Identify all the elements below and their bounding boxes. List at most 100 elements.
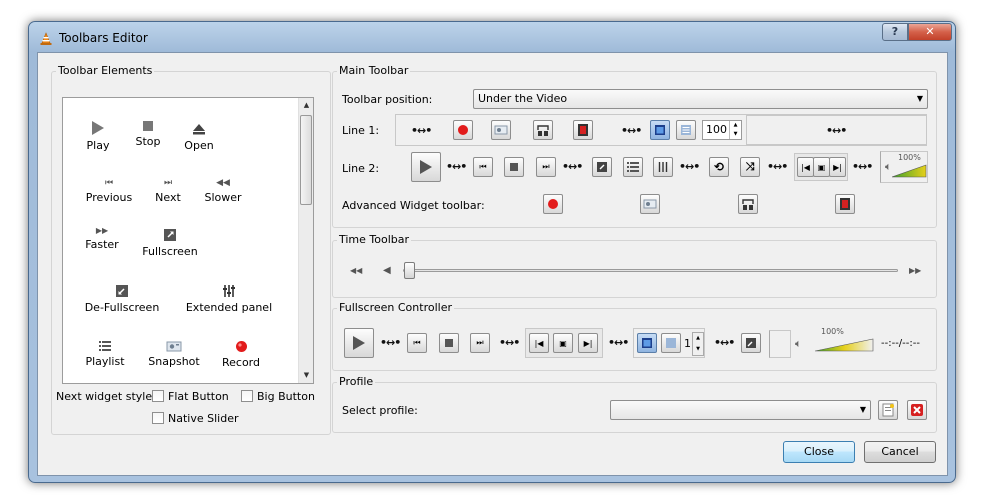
element-faster[interactable]: ▶▶ Faster [75,226,129,251]
flat-button-checkbox[interactable] [152,390,164,402]
fs-view-group[interactable]: 1 ▲ ▼ [633,328,705,358]
fs-playlist-toggle[interactable] [661,333,681,353]
line1-spinbox[interactable]: 100 ▲ ▼ [702,120,742,140]
spin-arrows-icon[interactable]: ▲ ▼ [692,332,704,356]
fs-volume-percent: 100% [821,327,844,336]
help-button[interactable]: ? [882,23,908,41]
faster-icon[interactable]: ▶▶ [909,266,921,275]
element-extended-panel[interactable]: Extended panel [177,284,281,314]
fs-frame-back-button[interactable]: |◀ [529,333,549,353]
toolbar-elements-list[interactable]: Play Stop Open ⏮ Previous ⏭ Next ◀◀ Slow… [62,97,314,384]
frame-by-frame-button[interactable] [573,120,593,140]
delete-profile-button[interactable] [907,400,927,420]
speaker-icon[interactable]: 🔈︎ [795,337,802,351]
seek-slider-handle[interactable] [404,262,415,279]
line1-toolbar[interactable]: •↔• •↔• 100 ▲ ▼ •↔• [395,114,927,146]
slower-icon[interactable]: ◀◀ [350,266,362,275]
volume-percent: 100% [898,153,921,162]
toolbar-position-select[interactable]: Under the Video ▼ [473,89,928,109]
close-button[interactable]: Close [783,441,855,463]
frame-mid-button[interactable]: ▣ [813,157,830,177]
fs-frame-controls[interactable]: |◀ ▣ ▶| [525,328,603,358]
element-defullscreen[interactable]: De-Fullscreen [77,284,167,314]
new-profile-button[interactable] [878,400,898,420]
random-button[interactable]: ⤨ [740,157,760,177]
elements-scrollbar[interactable]: ▲ ▼ [298,98,313,383]
element-slower[interactable]: ◀◀ Slower [195,178,251,204]
main-toolbar-title: Main Toolbar [337,64,411,77]
adv-record-button[interactable] [543,194,563,214]
rewind-icon[interactable]: ◀ [383,265,391,276]
ab-loop-button[interactable] [533,120,553,140]
loop-button[interactable]: ⟲ [709,157,729,177]
play-icon [353,336,365,350]
fs-stop-button[interactable] [439,333,459,353]
element-record[interactable]: Record [213,340,269,369]
frame-controls-group[interactable]: |◀ ▣ ▶| [794,153,848,181]
list-view-icon [666,338,676,348]
video-fullscreen-toggle[interactable] [650,120,670,140]
element-fullscreen[interactable]: Fullscreen [135,228,205,258]
fullscreen-button[interactable] [592,157,612,177]
cancel-button[interactable]: Cancel [864,441,936,463]
element-next[interactable]: ⏭ Next [145,178,191,204]
profile-select[interactable]: ▼ [610,400,871,420]
element-previous[interactable]: ⏮ Previous [77,178,141,204]
spacer-icon: •↔• [679,160,700,173]
frame-forward-button[interactable]: ▶| [829,157,846,177]
element-stop[interactable]: Stop [123,120,173,148]
playlist-icon [627,162,639,172]
seek-slider-track[interactable] [403,269,898,272]
frame-back-button[interactable]: |◀ [797,157,814,177]
fs-play-button[interactable] [344,328,374,358]
scroll-down-arrow-icon[interactable]: ▼ [299,368,314,383]
frame-icon: ▣ [817,162,826,172]
fs-next-button[interactable]: ⏭ [470,333,490,353]
fs-frame-mid-button[interactable]: ▣ [553,333,573,353]
play-icon [92,121,104,135]
record-icon [458,125,468,135]
fs-volume-slider[interactable]: 100% [815,327,875,355]
eject-icon [193,124,205,135]
adv-frame-button[interactable] [835,194,855,214]
native-slider-checkbox[interactable] [152,412,164,424]
speaker-icon[interactable]: 🔈︎ [885,160,892,174]
next-button[interactable]: ⏭ [536,157,556,177]
big-button-checkbox[interactable] [241,390,253,402]
element-play[interactable]: Play [71,120,125,152]
volume-slider[interactable]: 100% [892,153,928,181]
fs-previous-button[interactable]: ⏮ [407,333,427,353]
previous-icon: ⏮ [413,338,421,347]
previous-button[interactable]: ⏮ [473,157,493,177]
fs-video-toggle[interactable] [637,333,657,353]
snapshot-button[interactable] [491,120,511,140]
spin-arrows-icon[interactable]: ▲ ▼ [729,121,741,139]
element-playlist[interactable]: Playlist [79,340,131,368]
playlist-view-toggle[interactable] [676,120,696,140]
element-snapshot[interactable]: Snapshot [145,340,203,368]
fs-defullscreen-button[interactable] [741,333,761,353]
stop-button[interactable] [504,157,524,177]
spacer-icon: •↔• [852,160,873,173]
main-toolbar-group: Main Toolbar Toolbar position: Under the… [332,64,937,228]
next-icon: ⏭ [542,162,550,171]
playlist-button[interactable] [623,157,643,177]
window-close-button[interactable]: ✕ [908,23,952,41]
play-button[interactable] [411,152,441,182]
fs-frame-forward-button[interactable]: ▶| [578,333,598,353]
adv-ab-loop-button[interactable] [738,194,758,214]
playlist-icon [99,341,111,351]
advanced-widget-label: Advanced Widget toolbar: [342,199,485,212]
scroll-thumb[interactable] [300,115,312,205]
adv-snapshot-button[interactable] [640,194,660,214]
spacer-icon: •↔• [446,160,467,173]
faster-icon: ▶▶ [95,226,109,235]
record-button[interactable] [453,120,473,140]
extended-panel-button[interactable] [653,157,673,177]
line1-right-zone[interactable]: •↔• [746,115,927,145]
spacer-icon: •↔• [621,124,642,137]
line2-toolbar[interactable]: •↔• ⏮ ⏭ •↔• •↔• ⟲ ⤨ •↔• |◀ ▣ ▶| •↔• 🔈︎ 1… [395,148,928,184]
element-open[interactable]: Open [173,122,225,152]
scroll-up-arrow-icon[interactable]: ▲ [299,98,314,113]
record-icon [548,199,558,209]
